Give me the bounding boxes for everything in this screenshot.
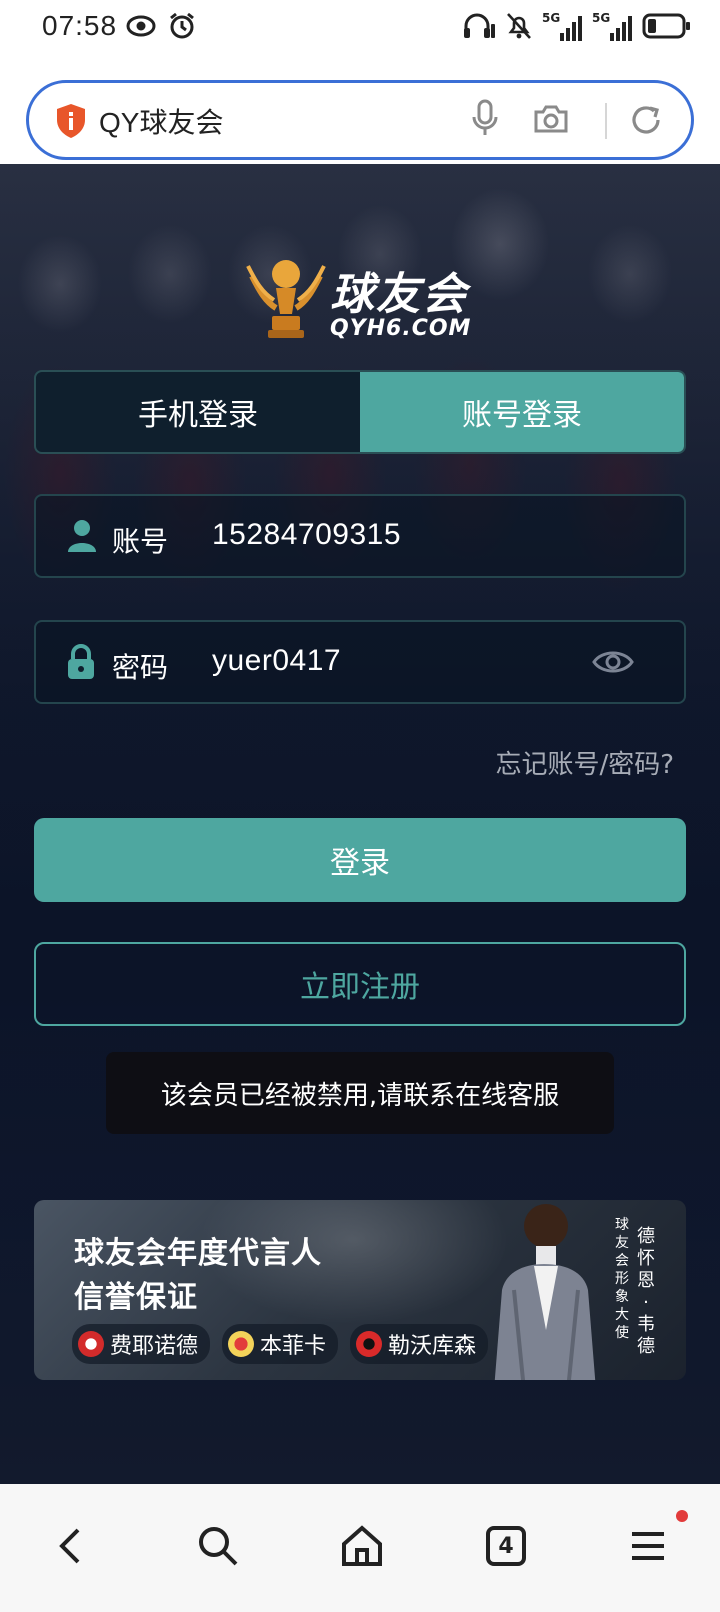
site-logo[interactable]: 球友会 QYH6.COM	[246, 256, 486, 346]
search-icon[interactable]	[194, 1522, 242, 1570]
logo-domain: QYH6.COM	[330, 316, 472, 341]
address-bar[interactable]: QY球友会	[26, 80, 694, 160]
notification-dot	[676, 1510, 688, 1522]
team-badge-feyenoord: 费耶诺德	[72, 1324, 211, 1364]
ambassador-caption: 球友会形象大使	[615, 1217, 629, 1341]
url-text[interactable]: QY球友会	[99, 101, 223, 141]
headphones-icon	[462, 12, 496, 44]
team-badge-benfica: 本菲卡	[222, 1324, 339, 1364]
login-tabs: 手机登录 账号登录	[34, 370, 686, 454]
alarm-icon	[168, 12, 196, 44]
banner-title: 球友会年度代言人	[74, 1236, 322, 1271]
banner-subtitle: 信誉保证	[74, 1280, 198, 1315]
battery-icon	[642, 12, 692, 44]
team-list: 费耶诺德 本菲卡 勒沃库森	[72, 1324, 489, 1364]
menu-icon[interactable]	[624, 1522, 672, 1570]
ambassador-banner[interactable]: 球友会年度代言人 信誉保证 费耶诺德 本菲卡 勒沃库森 球 友 会 形 象 大 …	[34, 1200, 686, 1380]
tab-phone-login[interactable]: 手机登录	[36, 372, 360, 452]
password-input[interactable]: yuer0417	[212, 644, 341, 678]
eye-icon[interactable]	[592, 646, 634, 682]
password-field[interactable]: 密码 yuer0417	[34, 620, 686, 704]
camera-icon[interactable]	[533, 103, 569, 139]
account-field[interactable]: 账号 15284709315	[34, 494, 686, 578]
login-button[interactable]: 登录	[34, 818, 686, 902]
account-label: 账号	[112, 525, 169, 558]
ambassador-name: 德怀恩 · 韦德	[637, 1226, 655, 1357]
benfica-icon	[228, 1331, 255, 1357]
signal-5g-icon: 5G	[592, 11, 632, 43]
eye-icon	[126, 12, 156, 44]
lock-icon	[66, 644, 96, 684]
tab-count: 4	[498, 1533, 514, 1559]
team-badge-leverkusen: 勒沃库森	[350, 1324, 489, 1364]
status-time: 07:58	[42, 10, 118, 41]
password-label: 密码	[112, 651, 169, 684]
trophy-icon	[246, 256, 326, 346]
shield-icon[interactable]	[55, 103, 87, 143]
mic-icon[interactable]	[471, 99, 499, 143]
ambassador-photo	[484, 1200, 604, 1380]
leverkusen-icon	[356, 1331, 383, 1357]
browser-bottom-nav: 4	[0, 1484, 720, 1612]
reload-icon[interactable]	[629, 103, 663, 141]
divider	[605, 103, 607, 139]
home-icon[interactable]	[338, 1522, 386, 1570]
back-icon[interactable]	[48, 1522, 96, 1570]
tabs-icon[interactable]: 4	[482, 1522, 530, 1570]
toast-message: 该会员已经被禁用,请联系在线客服	[106, 1052, 614, 1134]
forgot-password-link[interactable]: 忘记账号/密码?	[495, 744, 674, 781]
status-bar: 07:58 5G 5G	[0, 0, 720, 56]
account-input[interactable]: 15284709315	[212, 518, 401, 552]
logo-name: 球友会	[330, 269, 468, 320]
feyenoord-icon	[78, 1331, 104, 1357]
signal-5g-icon: 5G	[542, 11, 582, 43]
tab-account-login[interactable]: 账号登录	[360, 372, 684, 452]
user-icon	[66, 518, 98, 558]
login-page: 球友会 QYH6.COM 手机登录 账号登录 账号 15284709315 密码…	[0, 164, 720, 1484]
mute-icon	[506, 12, 532, 44]
register-button[interactable]: 立即注册	[34, 942, 686, 1026]
